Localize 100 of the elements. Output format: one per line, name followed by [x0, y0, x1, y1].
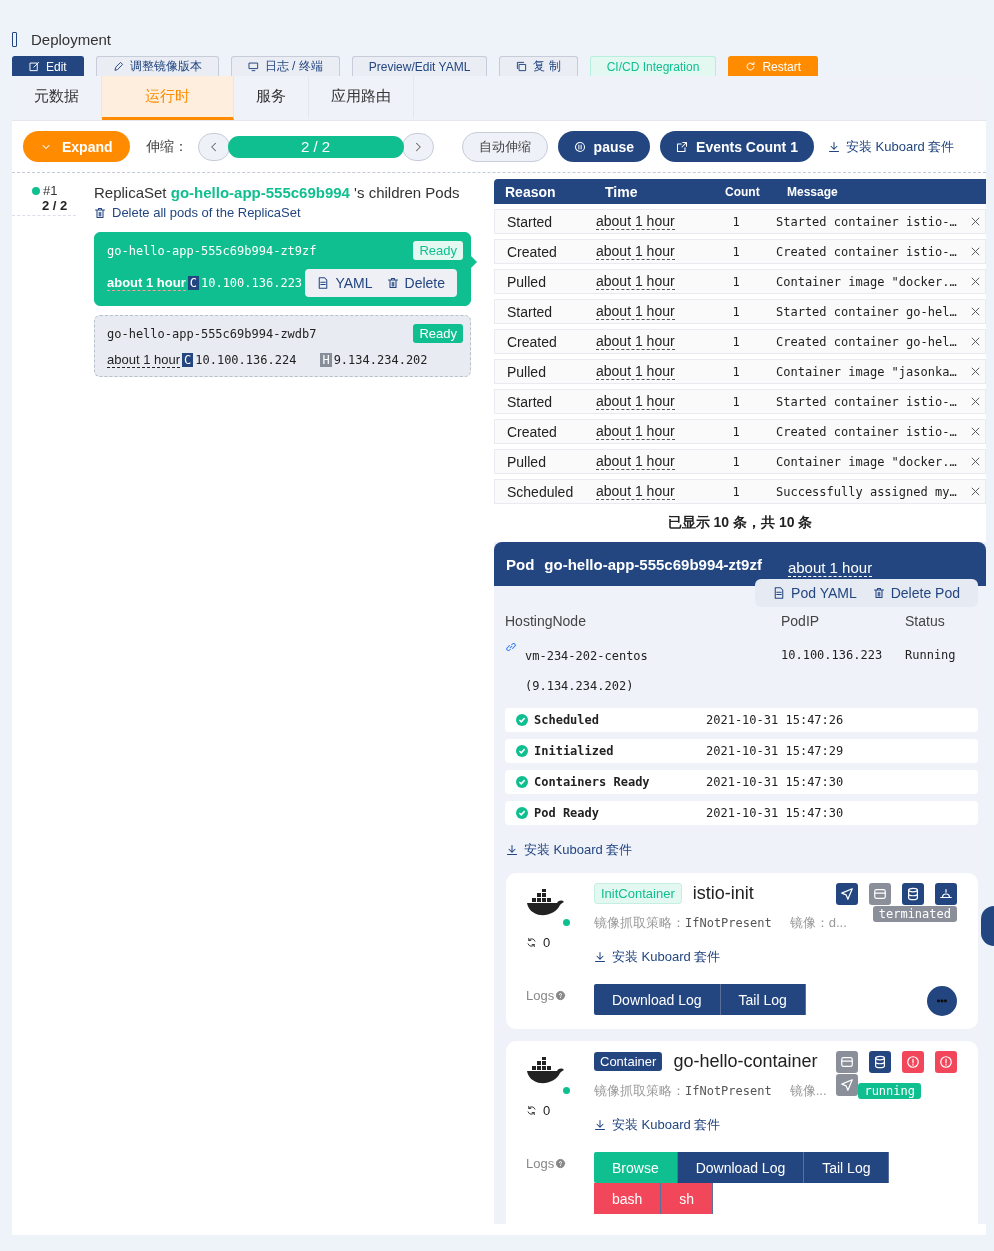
close-icon[interactable] — [970, 246, 981, 257]
pod-card[interactable]: go-hello-app-555c69b994-zt9zf Ready about 1 hour C 10.100.136.223 YAML Delete — [94, 232, 471, 306]
database-icon — [873, 1055, 887, 1069]
trash-icon — [386, 277, 399, 289]
auto-scale-button[interactable]: 自动伸缩 — [461, 131, 548, 162]
log-button[interactable]: sh — [661, 1183, 714, 1214]
replicaset-title: ReplicaSet go-hello-app-555c69b994 's children Pods — [94, 184, 461, 201]
title-marker — [12, 31, 17, 47]
message-cell-text: Started container go-hel… — [775, 304, 957, 319]
link-icon — [505, 641, 517, 653]
install-link[interactable]: 安装 Kuboard 套件 — [827, 137, 955, 156]
close-icon[interactable] — [970, 336, 981, 347]
message-cell-text: Started container istio-… — [775, 394, 957, 409]
count-cell-text: 1 — [731, 214, 741, 229]
alert-button[interactable] — [902, 1051, 924, 1073]
message-cell-text: Successfully assigned my… — [775, 484, 957, 499]
delete-pods-link[interactable]: Delete all pods of the ReplicaSet — [94, 205, 301, 220]
toolbar-button[interactable]: 日志 / 终端 — [230, 56, 340, 76]
column-header: Count — [725, 184, 759, 199]
message-cell-text: Container image "docker.… — [775, 274, 957, 289]
field-label: PodIP — [781, 613, 821, 629]
sync-icon — [526, 937, 537, 948]
alert-button[interactable] — [935, 1051, 957, 1073]
status-badge: Ready — [413, 241, 463, 260]
document-icon — [317, 277, 330, 289]
database-button[interactable] — [869, 1051, 891, 1073]
count-cell-text: 1 — [731, 484, 741, 499]
message-cell-text: Created container istio-… — [775, 244, 957, 259]
install-link[interactable]: 安装 Kuboard 套件 — [594, 948, 721, 966]
reason-cell-text: Created — [507, 423, 558, 440]
help-icon — [555, 1158, 567, 1169]
close-icon[interactable] — [970, 426, 981, 437]
toolbar-button[interactable]: Preview/Edit YAML — [351, 56, 488, 76]
send-button[interactable] — [836, 883, 858, 905]
log-button[interactable]: Download Log — [677, 1152, 805, 1183]
close-icon[interactable] — [970, 366, 981, 377]
whale-icon — [526, 1057, 564, 1085]
box-button[interactable] — [836, 1051, 858, 1073]
pause-button[interactable]: pause — [557, 131, 651, 162]
log-button[interactable]: Tail Log — [804, 1152, 890, 1183]
download-icon — [594, 1119, 606, 1131]
pod-name: go-hello-app-555c69b994-zwdb7 — [107, 326, 317, 341]
close-icon[interactable] — [970, 216, 981, 227]
tab[interactable]: 服务 — [234, 76, 309, 120]
pod-ip: 10.100.136.224 — [195, 353, 297, 367]
alert-icon — [939, 1055, 953, 1069]
document-icon — [773, 587, 786, 599]
box-icon — [873, 887, 887, 901]
count-cell-text: 1 — [731, 454, 741, 469]
more-button[interactable] — [927, 986, 957, 1016]
install-link[interactable]: 安装 Kuboard 套件 — [506, 841, 633, 859]
database-button[interactable] — [902, 883, 924, 905]
time-cell: about 1 hour — [596, 453, 675, 470]
pod-status: Running — [905, 647, 957, 664]
install-link[interactable]: 安装 Kuboard 套件 — [594, 1116, 721, 1134]
count-cell-text: 1 — [731, 424, 741, 439]
node-link[interactable]: vm-234-202-centos (9.134.234.202) — [525, 641, 695, 701]
reason-cell-text: Pulled — [507, 453, 547, 470]
toolbar-button[interactable]: 调整镜像版本 — [95, 56, 219, 76]
container-name: go-hello-container — [673, 1051, 818, 1072]
box-button[interactable] — [869, 883, 891, 905]
pod-card[interactable]: go-hello-app-555c69b994-zwdb7 Ready about 1 hour C 10.100.136.224 H 9.134.234.202 — [94, 315, 471, 377]
logs-label: Logs — [526, 1156, 555, 1171]
state-badge: running — [858, 1083, 921, 1099]
yaml-button[interactable]: YAML — [317, 275, 373, 291]
time-cell: about 1 hour — [596, 273, 675, 290]
reason-cell-text: Pulled — [507, 273, 547, 290]
condition-name: Containers Ready — [534, 775, 651, 789]
time-cell: about 1 hour — [596, 213, 675, 230]
delete-pod-button[interactable]: Delete Pod — [872, 585, 960, 601]
count-cell-text: 1 — [731, 364, 741, 379]
condition-name: Pod Ready — [534, 806, 601, 820]
download-icon — [506, 844, 518, 856]
close-icon[interactable] — [970, 456, 981, 467]
help-icon — [555, 990, 567, 1001]
toolbar-button[interactable]: Edit — [12, 56, 84, 76]
page-title: Deployment — [31, 30, 112, 48]
toolbar-button[interactable]: 复 制 — [499, 56, 578, 76]
tab[interactable]: 应用路由 — [309, 76, 414, 120]
events-button[interactable]: Events Count 1 — [660, 131, 814, 162]
message-cell-text: Started container istio-… — [775, 214, 957, 229]
trash-icon — [94, 206, 106, 219]
log-button[interactable]: Tail Log — [720, 984, 806, 1015]
restart-count: 0 — [543, 935, 551, 950]
log-button[interactable]: bash — [594, 1183, 662, 1214]
pod-yaml-button[interactable]: Pod YAML — [773, 585, 857, 601]
container-type-tag: InitContainer — [594, 883, 682, 904]
time-cell: about 1 hour — [596, 243, 675, 260]
sync-icon — [526, 1105, 537, 1116]
column-header: Message — [786, 184, 839, 199]
delete-button[interactable]: Delete — [386, 275, 445, 291]
reason-cell-text: Started — [507, 213, 554, 230]
image-info: 镜像：d... — [789, 914, 847, 932]
close-icon[interactable] — [970, 306, 981, 317]
close-icon[interactable] — [970, 486, 981, 497]
close-icon[interactable] — [970, 396, 981, 407]
close-icon[interactable] — [970, 276, 981, 287]
log-button[interactable]: Download Log — [594, 984, 721, 1015]
alert-icon — [906, 1055, 920, 1069]
status-dot — [563, 1087, 570, 1094]
